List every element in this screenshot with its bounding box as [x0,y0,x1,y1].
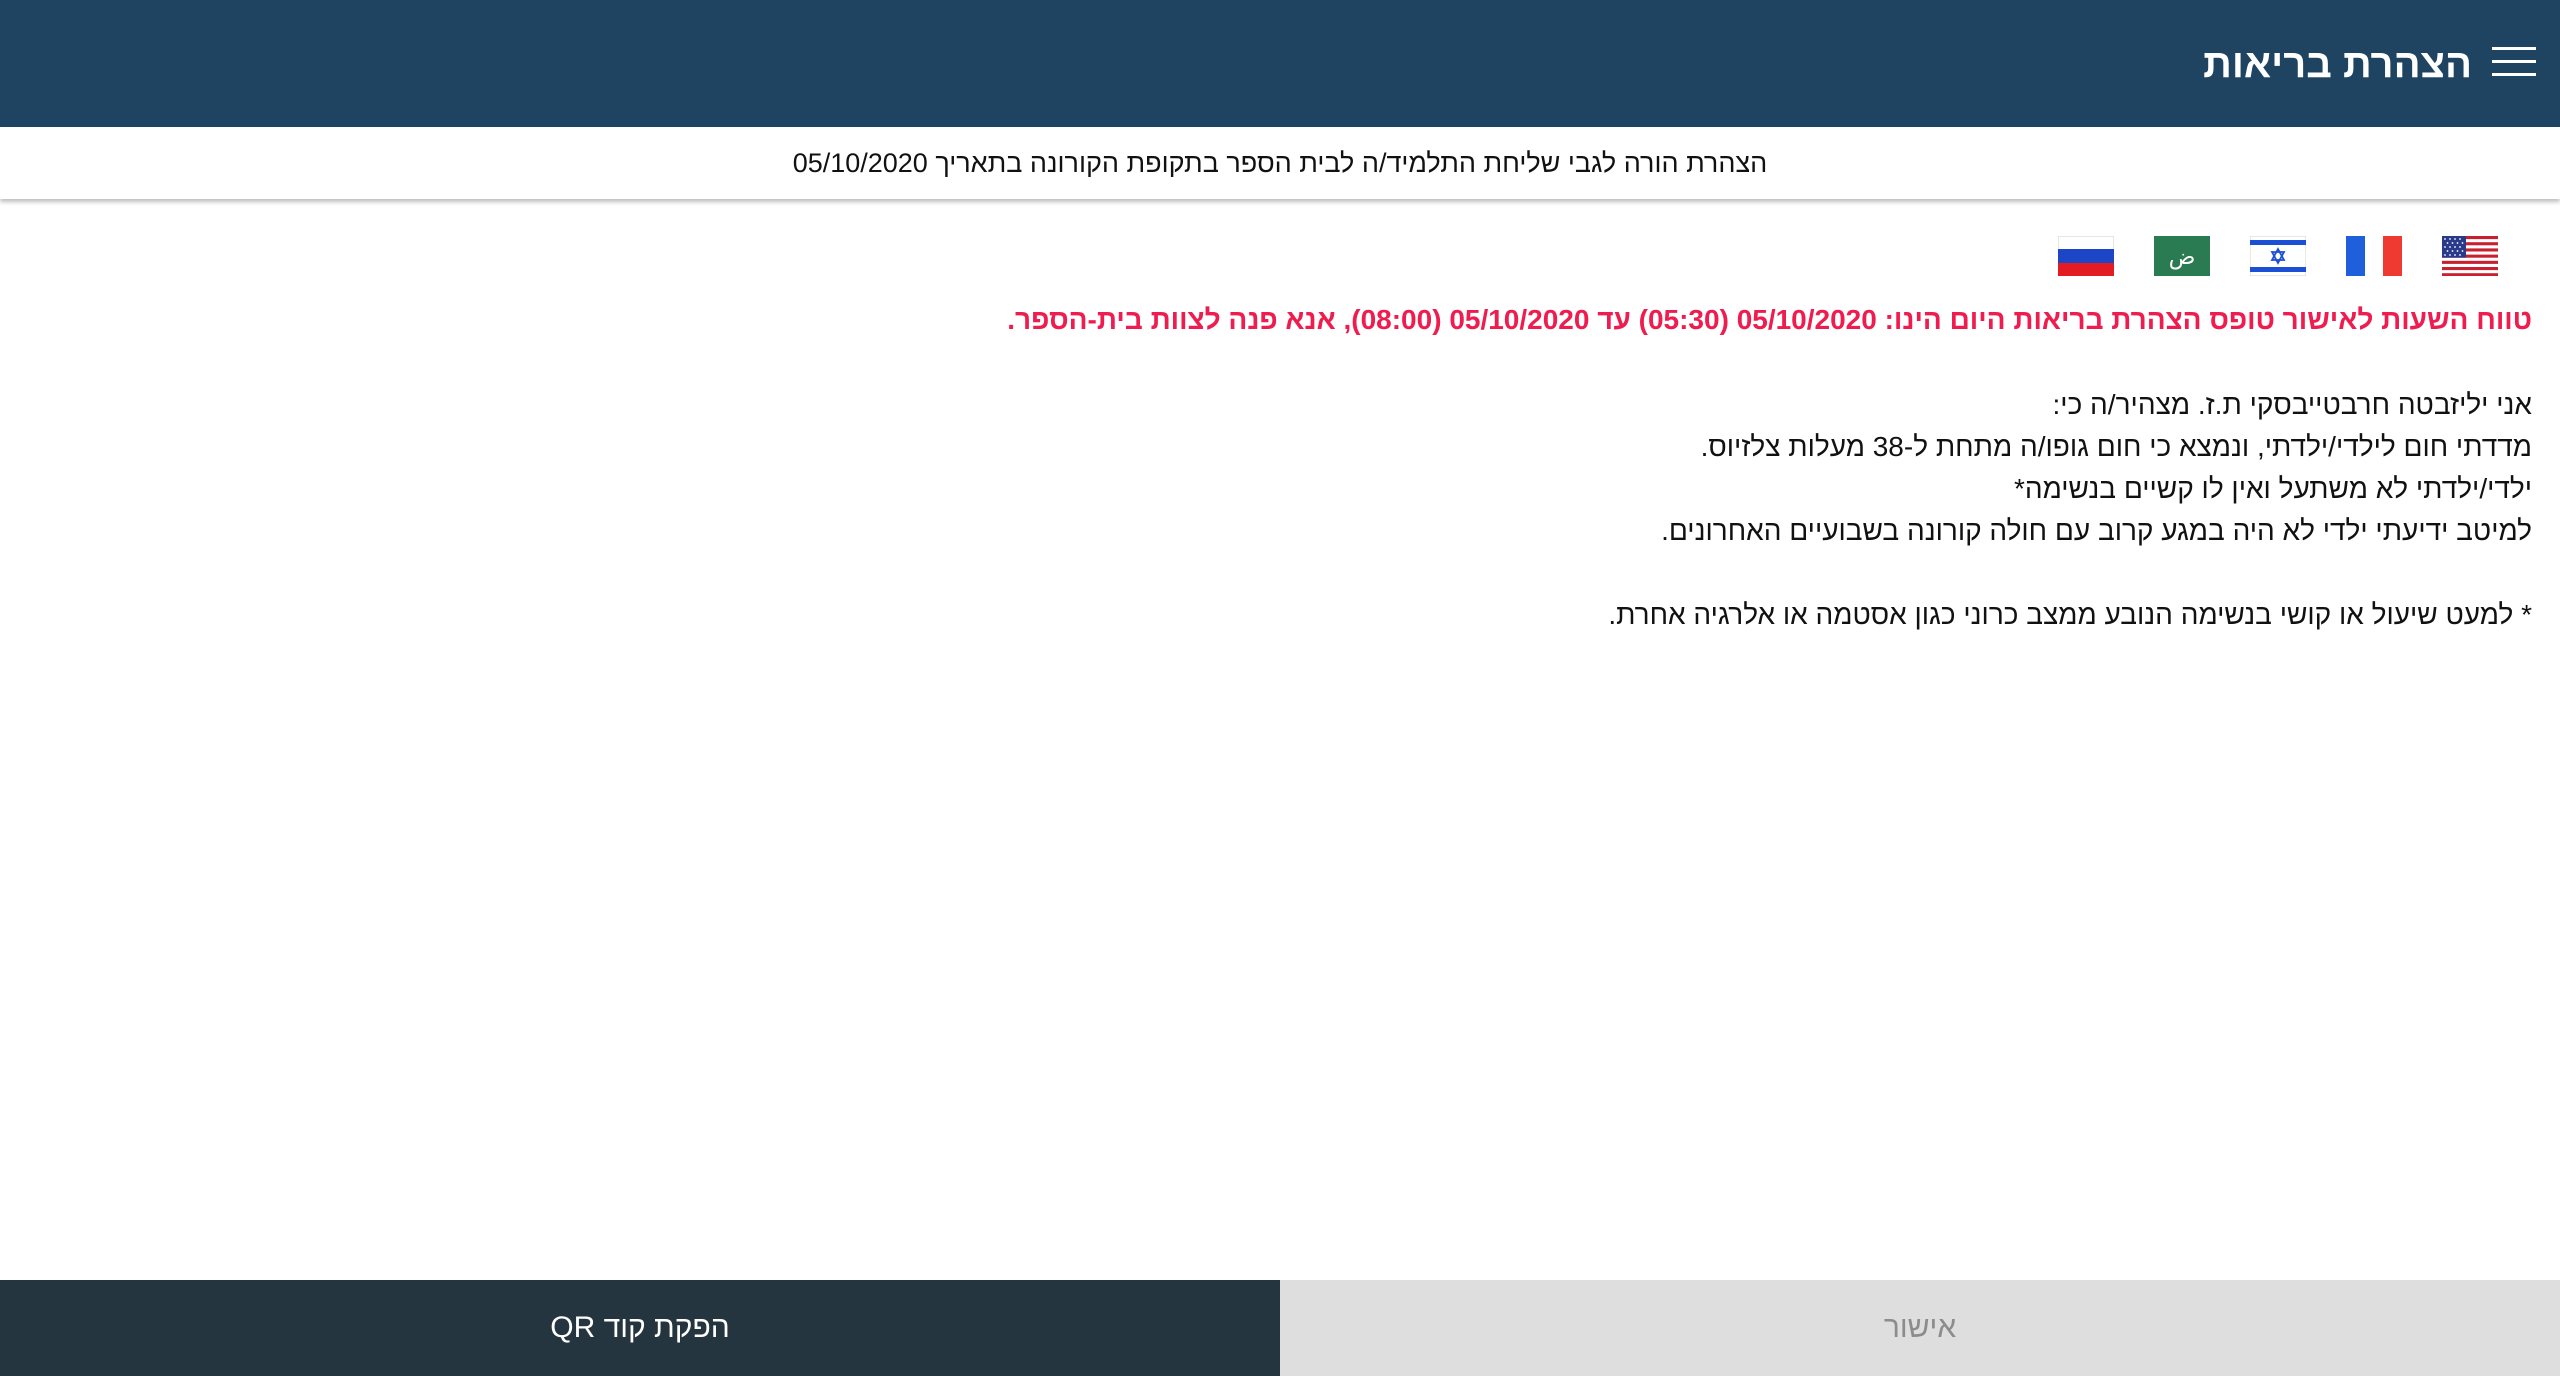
form-subheader-text: הצהרת הורה לגבי שליחת התלמיד/ה לבית הספר… [792,148,1768,178]
declaration-line: אני יליזבטה חרבטייבסקי ת.ז. מצהיר/ה כי: [2052,389,2532,420]
app-header: הצהרת בריאות [0,0,2560,127]
declaration-footnote: * למעט שיעול או קושי בנשימה הנובע ממצב כ… [1608,599,2532,630]
time-window-warning: טווח השעות לאישור טופס הצהרת בריאות היום… [1007,304,2532,335]
declaration-line: מדדתי חום לילדי/ילדתי, ונמצא כי חום גופו… [1700,431,2532,462]
arabic-flag-icon[interactable]: ض [2154,236,2210,276]
declaration-line: למיטב ידיעתי ילדי לא היה במגע קרוב עם חו… [1661,515,2532,546]
page: הצהרת בריאות הצהרת הורה לגבי שליחת התלמי… [0,0,2560,1376]
french-flag-icon[interactable] [2346,236,2402,276]
approve-button[interactable]: אישור [1280,1280,2560,1376]
hamburger-menu-icon[interactable] [2492,47,2536,77]
generate-qr-button[interactable]: הפקת קוד QR [0,1280,1280,1376]
form-subheader: הצהרת הורה לגבי שליחת התלמיד/ה לבית הספר… [0,127,2560,199]
page-title: הצהרת בריאות [2203,42,2472,86]
declaration-line: ילדי/ילדתי לא משתעל ואין לו קשיים בנשימה… [2013,473,2532,504]
bottom-action-bar: הפקת קוד QR אישור [0,1280,2560,1376]
declaration-content: טווח השעות לאישור טופס הצהרת בריאות היום… [332,300,2532,636]
english-us-flag-icon[interactable] [2442,236,2498,276]
russian-flag-icon[interactable] [2058,236,2114,276]
hebrew-israel-flag-icon[interactable] [2250,236,2306,276]
svg-text:ض: ض [2169,245,2196,270]
language-selector: ض [2058,236,2518,278]
